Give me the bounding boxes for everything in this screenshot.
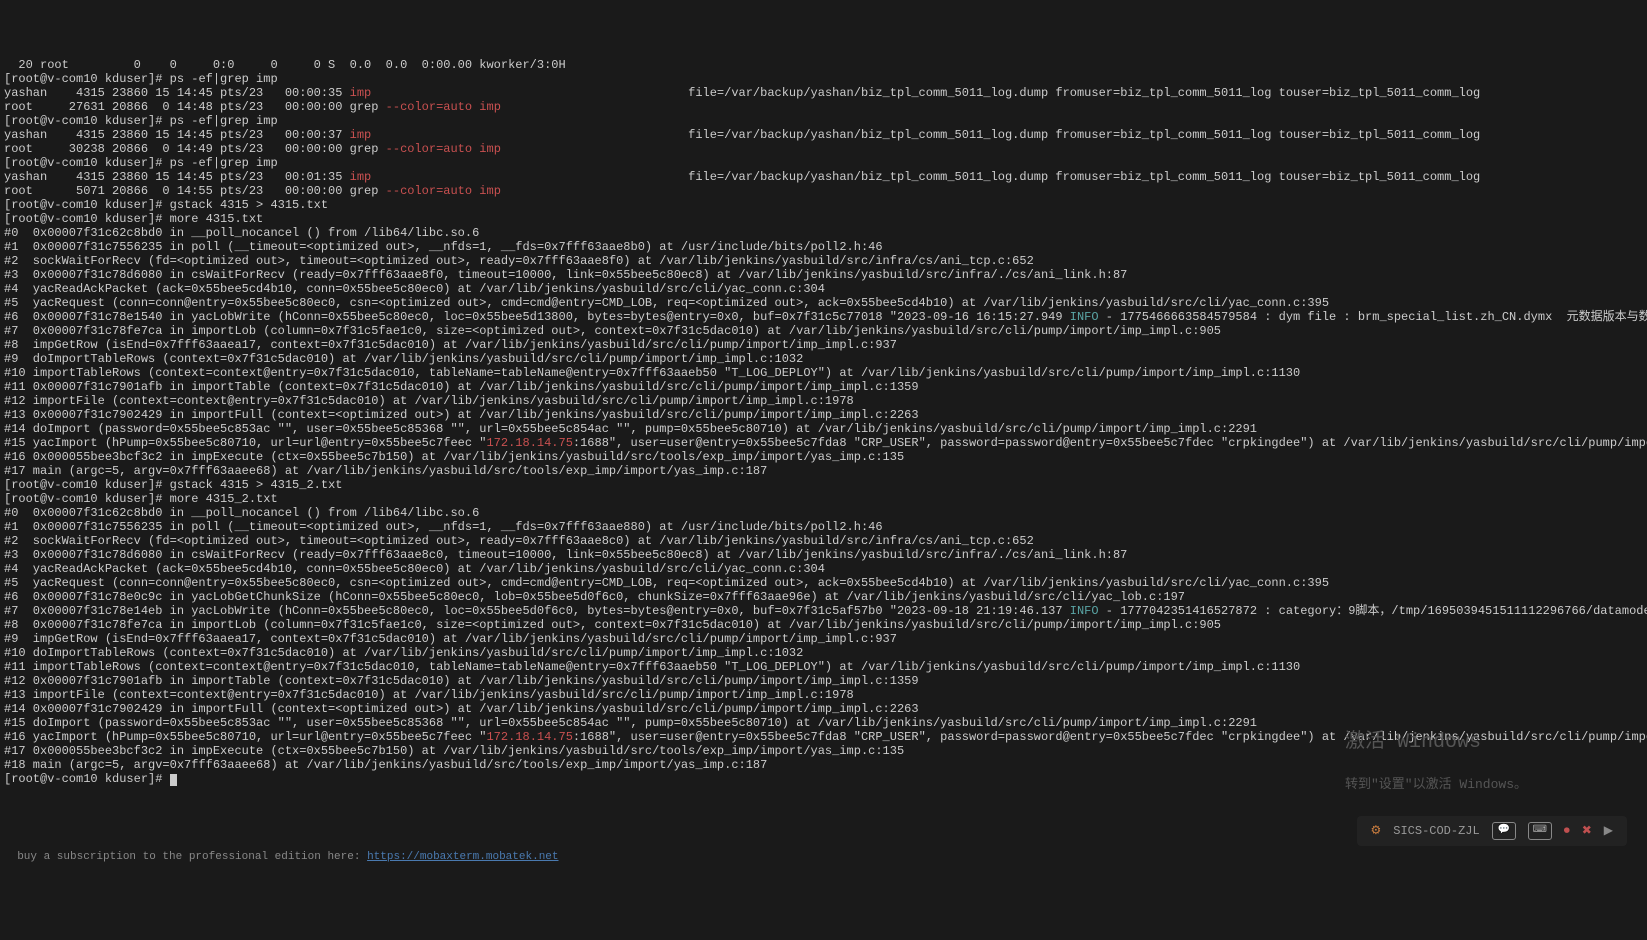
stack-frame: #0 0x00007f31c62c8bd0 in __poll_nocancel… [4,226,479,240]
stack-frame: #7 0x00007f31c78fe7ca in importLob (colu… [4,324,1221,338]
cmd-ps: ps -ef|grep imp [170,156,278,170]
stack-frame: #14 doImport (password=0x55bee5c853ac ""… [4,422,1257,436]
cmd-more: more 4315.txt [170,212,264,226]
stack-frame: #14 0x00007f31c7902429 in importFull (co… [4,702,919,716]
stack-frame: #17 0x000055bee3bcf3c2 in impExecute (ct… [4,744,904,758]
shell-prompt: [root@v-com10 kduser]# [4,492,170,506]
stack-frame: #12 importFile (context=context@entry=0x… [4,394,854,408]
stack-frame: #6 0x00007f31c78e0c9c in yacLobGetChunkS… [4,590,1185,604]
stack-frame: #16 0x000055bee3bcf3c2 in impExecute (ct… [4,450,904,464]
stack-frame: #7 0x00007f31c78e14eb in yacLobWrite (hC… [4,604,1647,618]
cmd-ps: ps -ef|grep imp [170,72,278,86]
record-icon[interactable]: ⏺ [1564,824,1570,838]
status-user: SICS-COD-ZJL [1393,824,1479,838]
shell-prompt: [root@v-com10 kduser]# [4,72,170,86]
shell-prompt: [root@v-com10 kduser]# [4,478,170,492]
cmd-gstack: gstack 4315 > 4315_2.txt [170,478,343,492]
close-icon[interactable]: ✖ [1582,824,1592,838]
user-icon: ⚙ [1371,824,1382,838]
shell-prompt: [root@v-com10 kduser]# [4,772,170,786]
cursor[interactable] [170,774,177,786]
stack-frame: #12 0x00007f31c7901afb in importTable (c… [4,674,919,688]
stack-frame: #5 yacRequest (conn=conn@entry=0x55bee5c… [4,296,1329,310]
shell-prompt: [root@v-com10 kduser]# [4,198,170,212]
stack-frame: #2 sockWaitForRecv (fd=<optimized out>, … [4,254,1034,268]
stack-frame: #8 0x00007f31c78fe7ca in importLob (colu… [4,618,1221,632]
match-imp: imp [479,184,501,198]
stack-frame: #2 sockWaitForRecv (fd=<optimized out>, … [4,534,1034,548]
shell-prompt: [root@v-com10 kduser]# [4,114,170,128]
keyboard-icon[interactable]: ⌨ [1528,822,1552,840]
mobaxterm-link[interactable]: https://mobaxterm.mobatek.net [367,851,558,863]
stack-frame: #10 importTableRows (context=context@ent… [4,366,1300,380]
stack-frame: #1 0x00007f31c7556235 in poll (__timeout… [4,240,883,254]
stack-frame: #10 doImportTableRows (context=0x7f31c5d… [4,646,803,660]
cmd-ps: ps -ef|grep imp [170,114,278,128]
stack-frame: #3 0x00007f31c78d6080 in csWaitForRecv (… [4,268,1127,282]
stack-frame: #9 impGetRow (isEnd=0x7fff63aaea17, cont… [4,632,897,646]
stack-frame: #4 yacReadAckPacket (ack=0x55bee5cd4b10,… [4,562,825,576]
match-imp: imp [350,128,372,142]
stack-frame: #18 main (argc=5, argv=0x7fff63aaee68) a… [4,758,767,772]
stack-frame: #5 yacRequest (conn=conn@entry=0x55bee5c… [4,576,1329,590]
cmd-more: more 4315_2.txt [170,492,278,506]
stack-frame: #0 0x00007f31c62c8bd0 in __poll_nocancel… [4,506,479,520]
chat-icon[interactable]: 💬 [1492,822,1516,840]
stack-frame: #6 0x00007f31c78e1540 in yacLobWrite (hC… [4,310,1647,324]
stack-frame: #15 doImport (password=0x55bee5c853ac ""… [4,716,1257,730]
cmd-gstack: gstack 4315 > 4315.txt [170,198,328,212]
stack-frame: #11 0x00007f31c7901afb in importTable (c… [4,380,919,394]
stack-frame: #11 importTableRows (context=context@ent… [4,660,1300,674]
stack-frame: #13 importFile (context=context@entry=0x… [4,688,854,702]
stack-frame: #1 0x00007f31c7556235 in poll (__timeout… [4,520,883,534]
terminal-output[interactable]: 20 root 0 0 0:0 0 0 S 0.0 0.0 0:00.00 kw… [4,58,1643,786]
stack-frame: #15 yacImport (hPump=0x55bee5c80710, url… [4,436,1647,450]
stack-frame: #3 0x00007f31c78d6080 in csWaitForRecv (… [4,548,1127,562]
stack-frame: #16 yacImport (hPump=0x55bee5c80710, url… [4,730,1647,744]
shell-prompt: [root@v-com10 kduser]# [4,156,170,170]
stack-frame: #8 impGetRow (isEnd=0x7fff63aaea17, cont… [4,338,897,352]
stack-frame: #9 doImportTableRows (context=0x7f31c5da… [4,352,803,366]
status-bar: ⚙ SICS-COD-ZJL 💬 ⌨ ⏺ ✖ ▶ [1357,816,1628,846]
play-icon[interactable]: ▶ [1604,824,1613,838]
match-imp: imp [479,100,501,114]
match-imp: imp [479,142,501,156]
stack-frame: #17 main (argc=5, argv=0x7fff63aaee68) a… [4,464,767,478]
stack-frame: #4 yacReadAckPacket (ack=0x55bee5cd4b10,… [4,282,825,296]
mobaxterm-promo: buy a subscription to the professional e… [4,836,559,864]
shell-prompt: [root@v-com10 kduser]# [4,212,170,226]
stack-frame: #13 0x00007f31c7902429 in importFull (co… [4,408,919,422]
match-imp: imp [350,170,372,184]
match-imp: imp [350,86,372,100]
